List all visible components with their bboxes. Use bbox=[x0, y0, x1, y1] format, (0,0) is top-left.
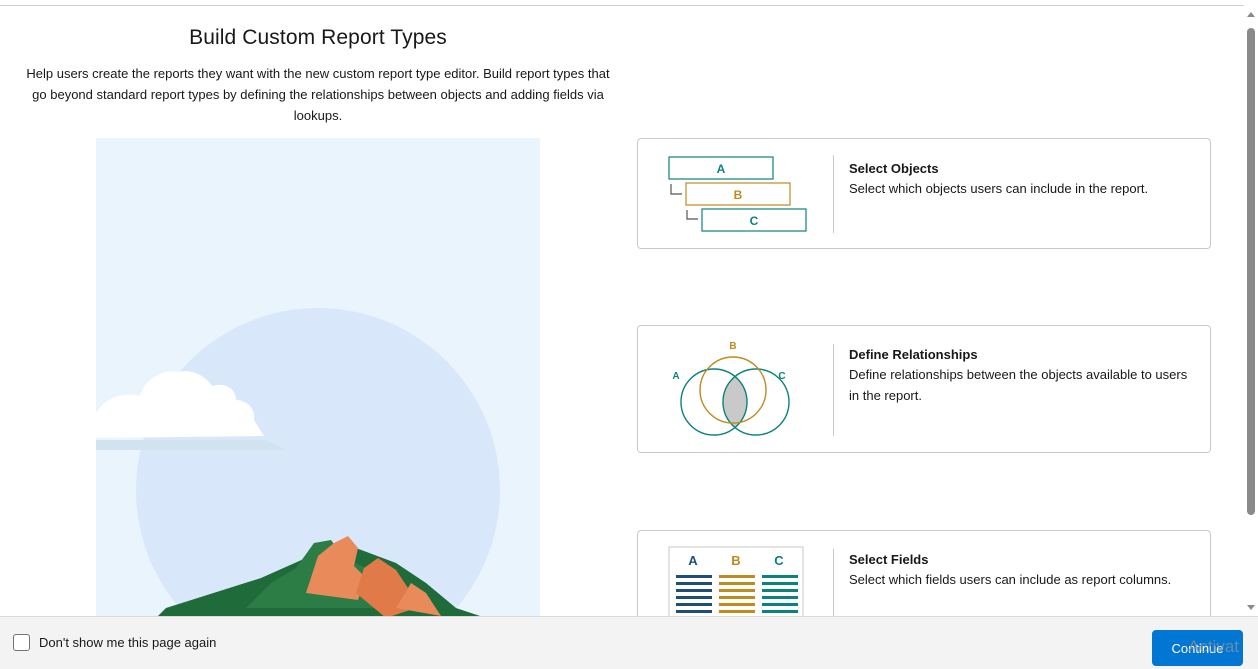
step-description: Select which fields users can include as… bbox=[849, 572, 1172, 587]
scroll-down-arrow-icon[interactable] bbox=[1247, 605, 1255, 610]
object-b-label: B bbox=[734, 188, 743, 202]
field-row-bar bbox=[676, 575, 712, 578]
field-row-bar bbox=[762, 603, 798, 606]
step-card-define-relationships: A B C Define Relationships Define relati… bbox=[637, 325, 1211, 453]
hero-illustration bbox=[96, 138, 540, 616]
modal-body[interactable]: Build Custom Report Types Help users cre… bbox=[0, 6, 1244, 616]
step-title: Select Fields bbox=[849, 552, 929, 567]
card-divider bbox=[833, 549, 834, 616]
field-row-bar bbox=[719, 582, 755, 585]
dont-show-again-checkbox[interactable] bbox=[13, 634, 30, 651]
field-row-bar bbox=[676, 589, 712, 592]
field-row-bar bbox=[676, 596, 712, 599]
step-title: Select Objects bbox=[849, 161, 939, 176]
intro-section: Build Custom Report Types Help users cre… bbox=[20, 6, 616, 126]
dont-show-again-option[interactable]: Don't show me this page again bbox=[13, 634, 216, 651]
page-title: Build Custom Report Types bbox=[189, 26, 447, 49]
scroll-thumb[interactable] bbox=[1247, 28, 1255, 515]
field-row-bar bbox=[762, 589, 798, 592]
scroll-up-arrow-icon[interactable] bbox=[1247, 12, 1255, 17]
venn-c-label: C bbox=[778, 371, 785, 382]
field-columns-icon: A B C bbox=[668, 546, 804, 616]
field-row-bar bbox=[762, 610, 798, 613]
page-description: Help users create the reports they want … bbox=[26, 66, 610, 123]
field-row-bar bbox=[762, 582, 798, 585]
venn-diagram-icon: A B C bbox=[672, 341, 790, 436]
object-a-label: A bbox=[717, 162, 726, 176]
field-row-bar bbox=[676, 582, 712, 585]
vertical-scrollbar[interactable] bbox=[1244, 6, 1258, 616]
step-card-select-objects: A B C Select Objects Select which object… bbox=[637, 138, 1211, 249]
field-row-bar bbox=[719, 596, 755, 599]
mountain-cloud-illustration bbox=[96, 138, 540, 616]
continue-button[interactable]: Continue bbox=[1152, 630, 1243, 666]
object-c-label: C bbox=[750, 214, 759, 228]
field-row-bar bbox=[719, 589, 755, 592]
card-divider bbox=[833, 155, 834, 233]
step-description: Define relationships between the objects… bbox=[849, 367, 1188, 403]
column-c-label: C bbox=[774, 553, 784, 568]
object-hierarchy-icon: A B C bbox=[668, 156, 807, 232]
dont-show-again-label: Don't show me this page again bbox=[39, 635, 217, 650]
venn-b-label: B bbox=[729, 341, 736, 352]
modal-footer: Don't show me this page again Continue bbox=[0, 616, 1258, 669]
column-b-label: B bbox=[731, 553, 740, 568]
column-a-label: A bbox=[688, 553, 698, 568]
field-row-bar bbox=[719, 575, 755, 578]
card-divider bbox=[833, 344, 834, 436]
field-row-bar bbox=[719, 603, 755, 606]
field-row-bar bbox=[762, 596, 798, 599]
step-card-select-fields: A B C Select Fields Select which fields … bbox=[637, 530, 1211, 616]
step-description: Select which objects users can include i… bbox=[849, 181, 1149, 196]
field-row-bar bbox=[762, 575, 798, 578]
step-title: Define Relationships bbox=[849, 347, 978, 362]
venn-a-label: A bbox=[672, 371, 679, 382]
field-row-bar bbox=[676, 610, 712, 613]
field-row-bar bbox=[676, 603, 712, 606]
field-row-bar bbox=[719, 610, 755, 613]
